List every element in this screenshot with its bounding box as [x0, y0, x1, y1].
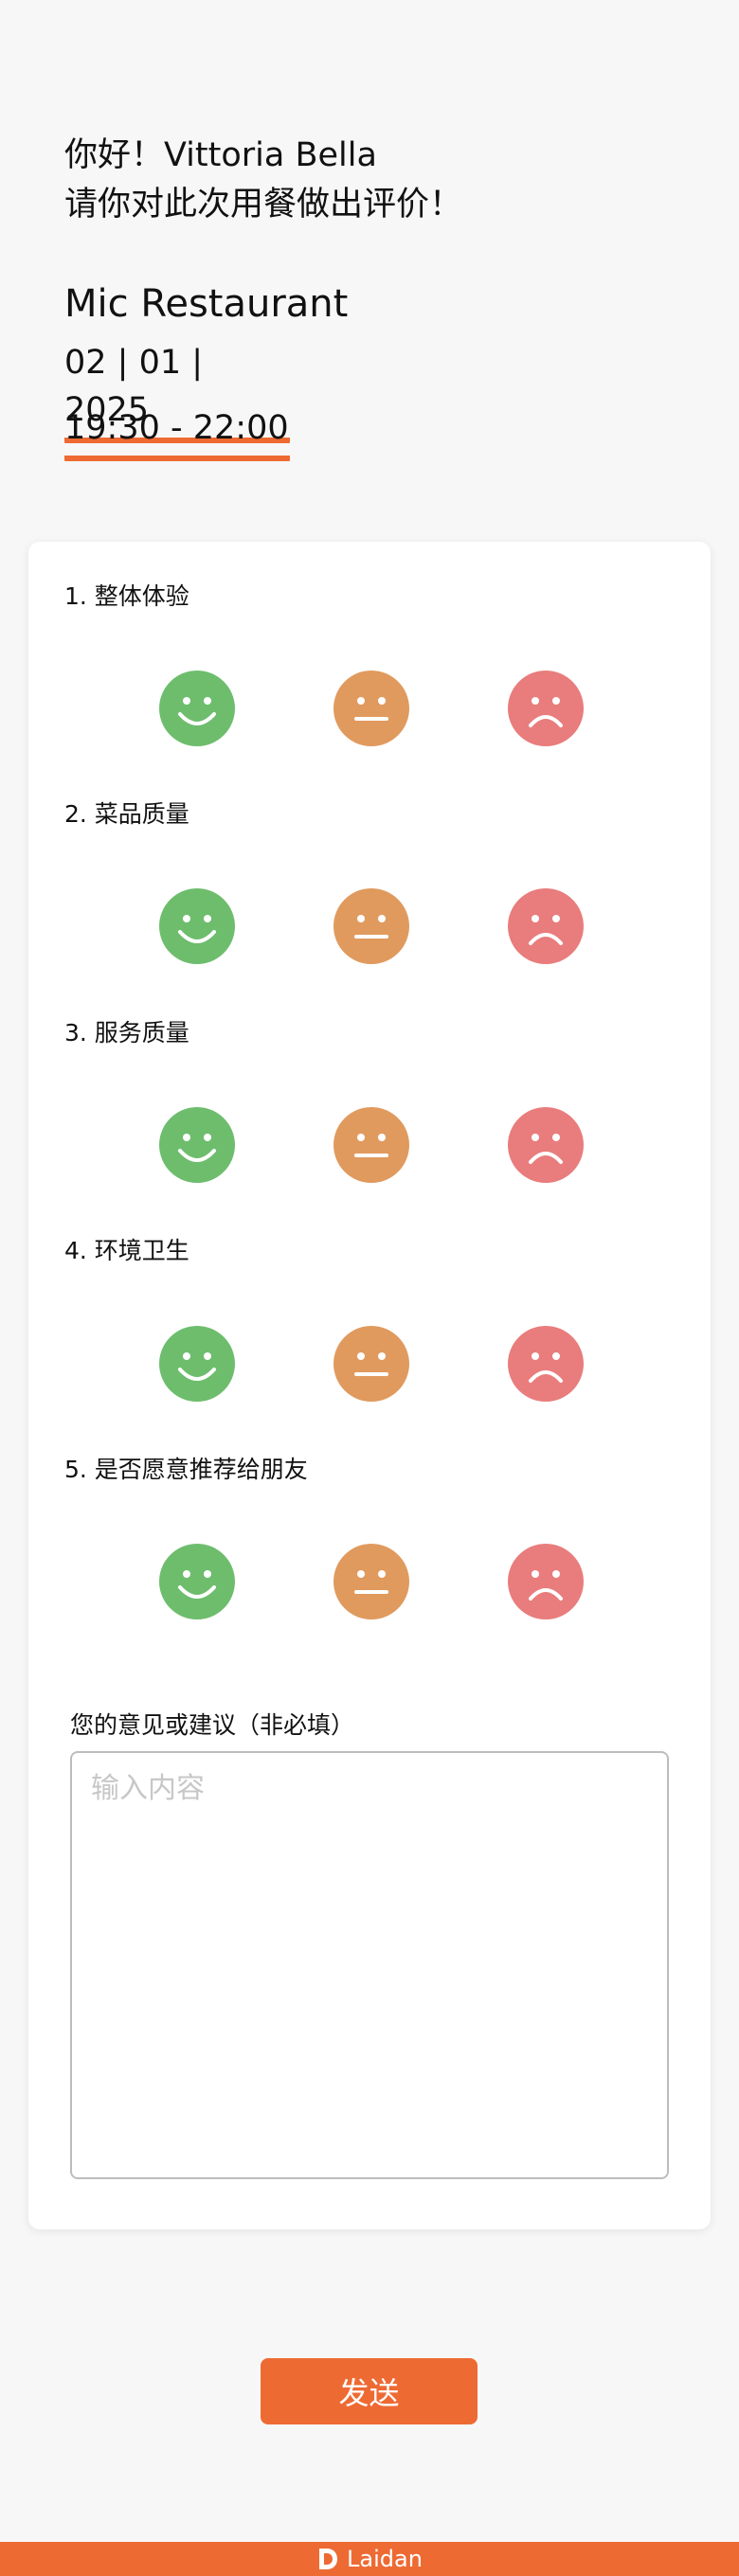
question-2-rating [28, 888, 711, 964]
feedback-card: 1. 整体体验 2. 菜品质量 3. 服务质量 4. 环境卫生 5. 是否愿意推… [28, 542, 711, 2229]
footer-brand: Laidan [347, 2546, 423, 2572]
neutral-face-icon[interactable] [333, 671, 409, 746]
greeting: 你好！Vittoria Bella 请你对此次用餐做出评价！ [64, 131, 462, 229]
question-5-label: 5. 是否愿意推荐给朋友 [64, 1456, 308, 1483]
happy-face-icon[interactable] [159, 1107, 235, 1183]
happy-face-icon[interactable] [159, 1544, 235, 1619]
footer-bar: Laidan [0, 2542, 739, 2576]
happy-face-icon[interactable] [159, 1326, 235, 1402]
question-4-rating [28, 1326, 711, 1402]
restaurant-name: Mic Restaurant [64, 282, 349, 326]
question-2-label: 2. 菜品质量 [64, 800, 189, 828]
sad-face-icon[interactable] [508, 1326, 584, 1402]
question-1-rating [28, 671, 711, 746]
comment-label: 您的意见或建议（非必填） [70, 1711, 355, 1739]
question-5-rating [28, 1544, 711, 1619]
sad-face-icon[interactable] [508, 1544, 584, 1619]
laidan-logo-icon [319, 2549, 338, 2569]
sad-face-icon[interactable] [508, 1107, 584, 1183]
happy-face-icon[interactable] [159, 671, 235, 746]
question-4-label: 4. 环境卫生 [64, 1237, 189, 1264]
neutral-face-icon[interactable] [333, 1326, 409, 1402]
happy-face-icon[interactable] [159, 888, 235, 964]
booking-time: 19:30 - 22:00 [64, 404, 290, 461]
greeting-line-2: 请你对此次用餐做出评价！ [64, 186, 463, 224]
greeting-line-1: 你好！Vittoria Bella [64, 136, 377, 174]
neutral-face-icon[interactable] [333, 1107, 409, 1183]
sad-face-icon[interactable] [508, 888, 584, 964]
send-button[interactable]: 发送 [261, 2358, 478, 2424]
comment-input[interactable] [70, 1751, 669, 2179]
sad-face-icon[interactable] [508, 671, 584, 746]
neutral-face-icon[interactable] [333, 1544, 409, 1619]
neutral-face-icon[interactable] [333, 888, 409, 964]
question-3-rating [28, 1107, 711, 1183]
question-1-label: 1. 整体体验 [64, 582, 189, 610]
question-3-label: 3. 服务质量 [64, 1019, 189, 1046]
